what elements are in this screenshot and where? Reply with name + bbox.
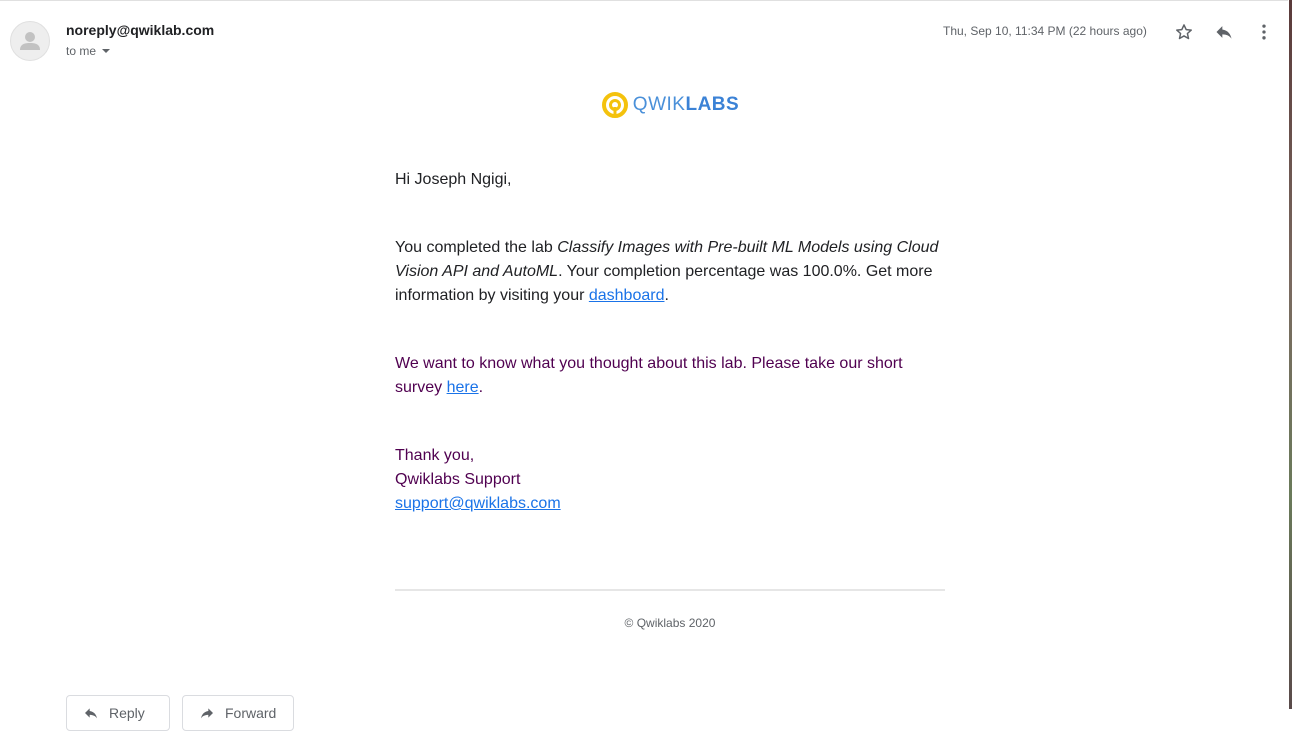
p1-prefix: You completed the lab (395, 239, 558, 256)
survey-paragraph: We want to know what you thought about t… (395, 352, 945, 400)
p2-suffix: . (478, 379, 484, 396)
chevron-down-icon (102, 49, 111, 53)
forward-action-button[interactable]: Forward (182, 695, 294, 731)
forward-icon (201, 708, 213, 719)
dashboard-link[interactable]: dashboard (589, 287, 665, 304)
logo-text-part1: QWIK (632, 94, 686, 115)
email-content: QWIKLABS Hi Joseph Ngigi, You completed … (395, 85, 945, 516)
signature-name: Qwiklabs Support (395, 471, 521, 488)
signature-thanks: Thank you, (395, 447, 475, 464)
copyright-text: © Qwiklabs 2020 (624, 616, 716, 630)
logo-text-part2: LABS (685, 94, 740, 115)
star-icon (1176, 24, 1192, 40)
reply-icon (85, 708, 97, 719)
qwiklabs-logo-icon (601, 92, 628, 118)
reply-icon (1216, 26, 1232, 39)
star-button[interactable] (1170, 18, 1198, 46)
top-divider (0, 0, 1288, 1)
sender-avatar[interactable] (10, 21, 50, 61)
greeting: Hi Joseph Ngigi, (395, 171, 512, 188)
completion-paragraph: You completed the lab Classify Images wi… (395, 236, 945, 308)
p1-suffix: . (664, 287, 669, 304)
reply-action-button[interactable]: Reply (66, 695, 170, 731)
survey-link[interactable]: here (447, 379, 479, 396)
forward-action-label: Forward (225, 705, 277, 721)
recipient-dropdown[interactable]: to me (66, 44, 111, 58)
more-options-button[interactable] (1250, 18, 1278, 46)
reply-action-label: Reply (109, 705, 145, 721)
logo-text: QWIKLABS (633, 93, 739, 117)
footer-divider (395, 589, 945, 591)
recipient-label: to me (66, 44, 97, 58)
email-datetime: Thu, Sep 10, 11:34 PM (22 hours ago) (943, 24, 1147, 38)
sender-email[interactable]: noreply@qwiklab.com (66, 22, 214, 38)
qwiklabs-logo: QWIKLABS (395, 85, 945, 125)
more-vert-icon (1262, 24, 1266, 40)
support-email-link[interactable]: support@qwiklabs.com (395, 495, 561, 512)
person-icon (20, 32, 40, 50)
reply-button[interactable] (1210, 18, 1238, 46)
signature: Thank you, Qwiklabs Support support@qwik… (395, 444, 945, 516)
